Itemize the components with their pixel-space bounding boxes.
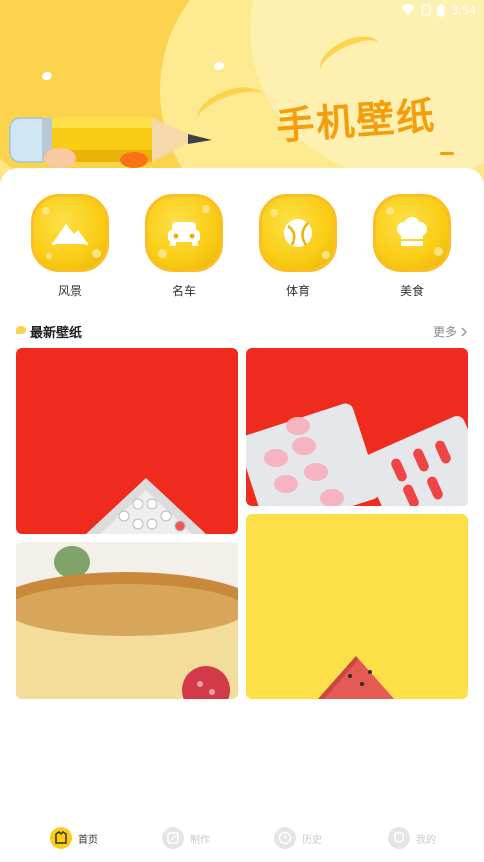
category-food[interactable]: 美食 xyxy=(370,194,454,304)
category-label: 美食 xyxy=(399,284,424,298)
category-grid: 风景 名车 体育 美食 xyxy=(0,194,484,304)
car-icon xyxy=(168,222,200,246)
category-badge xyxy=(31,194,109,272)
category-landscape[interactable]: 风景 xyxy=(28,194,112,304)
nav-profile[interactable]: 我的 xyxy=(388,826,436,850)
chevron-right-icon xyxy=(461,326,468,337)
status-bar: 3:54 xyxy=(401,3,476,17)
pill-blister-image xyxy=(86,478,206,534)
status-time: 3:54 xyxy=(451,3,476,17)
category-label: 体育 xyxy=(285,284,310,298)
category-car[interactable]: 名车 xyxy=(142,194,226,304)
watermelon-image xyxy=(318,656,394,699)
ball-icon xyxy=(284,219,312,247)
nav-home-label: 首页 xyxy=(78,834,98,846)
edit-icon xyxy=(162,827,184,849)
section-title: 最新壁纸 xyxy=(30,326,83,341)
category-badge xyxy=(373,194,451,272)
banner-decoration xyxy=(440,152,454,155)
nav-profile-label: 我的 xyxy=(416,834,436,846)
cake-image xyxy=(16,542,238,699)
banner-title: 手机壁纸 xyxy=(274,93,438,149)
clock-icon xyxy=(274,827,296,849)
category-sports[interactable]: 体育 xyxy=(256,194,340,304)
more-link[interactable]: 更多 xyxy=(433,323,468,340)
wifi-icon xyxy=(401,4,416,15)
sim-icon xyxy=(421,4,431,16)
pills-image xyxy=(246,403,468,506)
wallpaper-thumbnail[interactable] xyxy=(16,542,238,699)
nav-history[interactable]: 历史 xyxy=(274,826,322,850)
wallpaper-thumbnail[interactable] xyxy=(16,348,238,534)
leaf-icon xyxy=(16,326,26,334)
nav-home[interactable]: 首页 xyxy=(50,826,98,850)
home-icon xyxy=(50,827,72,849)
nav-create-label: 制作 xyxy=(190,834,210,846)
category-badge xyxy=(259,194,337,272)
landscape-icon xyxy=(51,224,89,246)
nav-create[interactable]: 制作 xyxy=(162,826,210,850)
category-label: 风景 xyxy=(57,284,82,298)
pencil-illustration xyxy=(9,117,212,168)
section-header: 最新壁纸 更多 xyxy=(16,322,468,342)
main-content: 风景 名车 体育 美食 最新壁纸 更多 xyxy=(0,168,484,808)
user-icon xyxy=(388,827,410,849)
wallpaper-thumbnail[interactable] xyxy=(246,514,468,699)
more-label: 更多 xyxy=(432,325,457,339)
nav-history-label: 历史 xyxy=(302,834,322,846)
category-badge xyxy=(145,194,223,272)
bottom-navigation: 首页 制作 历史 我的 xyxy=(0,808,484,862)
chef-hat-icon xyxy=(397,217,427,246)
battery-icon xyxy=(437,3,445,16)
wallpaper-thumbnail[interactable] xyxy=(246,348,468,506)
category-label: 名车 xyxy=(171,284,196,298)
